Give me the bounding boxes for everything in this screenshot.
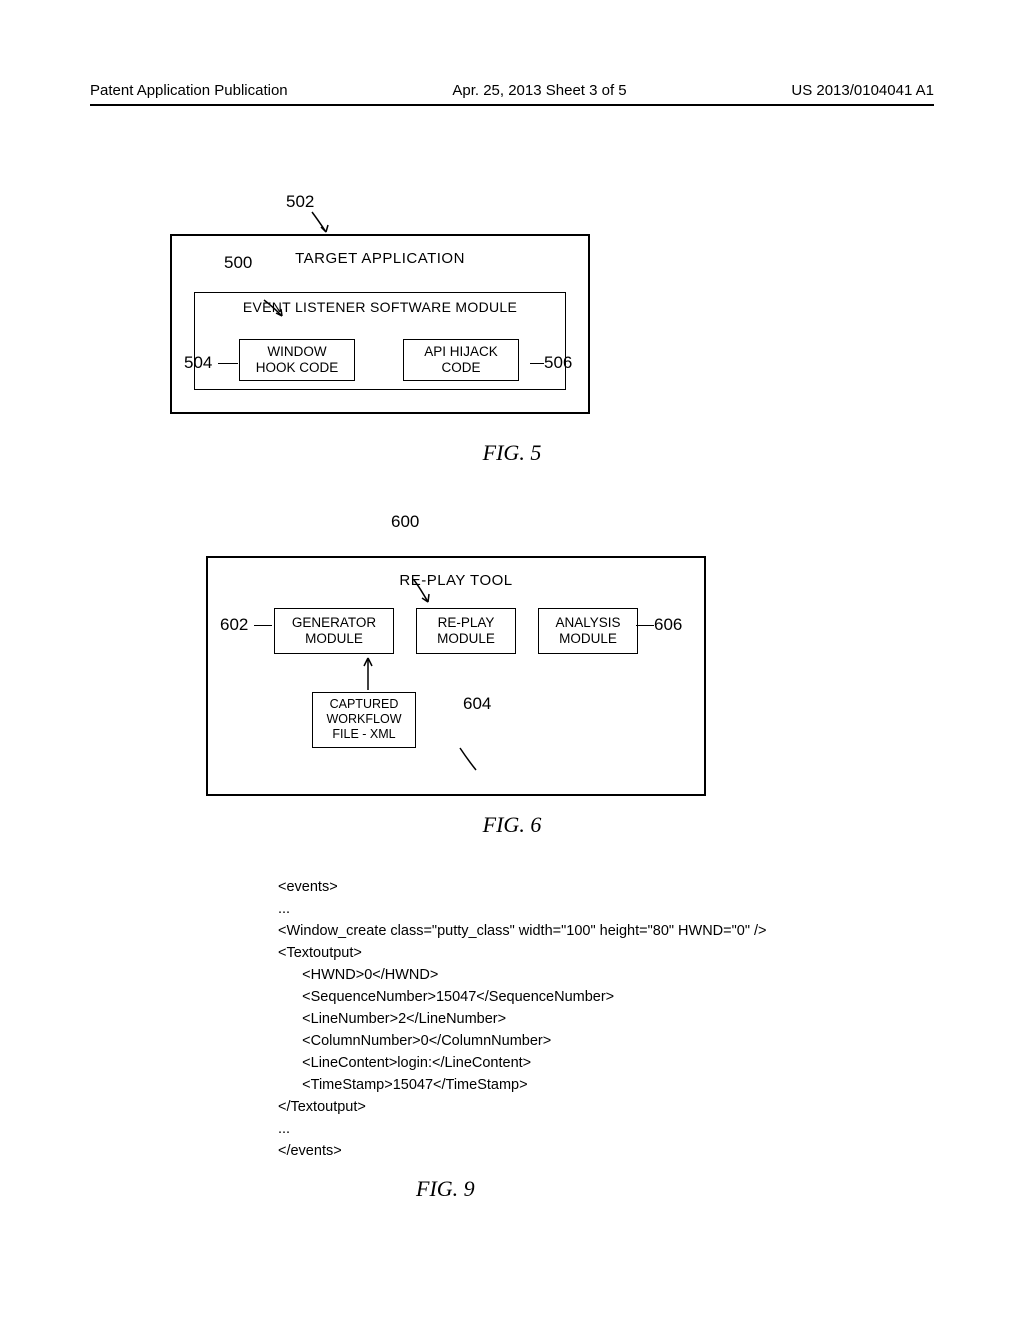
box-line1: RE-PLAY: [438, 615, 495, 630]
fig5-caption: FIG. 5: [0, 440, 1024, 466]
box-line1: WINDOW: [267, 344, 326, 359]
box-line1: API HIJACK: [424, 344, 498, 359]
page-header: Patent Application Publication Apr. 25, …: [0, 82, 1024, 105]
patent-page: Patent Application Publication Apr. 25, …: [0, 0, 1024, 1320]
fig6-generator-box: GENERATOR MODULE: [274, 608, 394, 654]
box-line3: FILE - XML: [332, 727, 395, 741]
header-publication-type: Patent Application Publication: [90, 82, 288, 99]
fig5-target-application-label: TARGET APPLICATION: [172, 250, 588, 267]
fig9-caption: FIG. 9: [416, 1176, 475, 1202]
box-line2: HOOK CODE: [256, 360, 339, 375]
box-line2: MODULE: [559, 631, 617, 646]
box-line2: MODULE: [437, 631, 495, 646]
fig9-xml-listing: <events> ... <Window_create class="putty…: [278, 876, 798, 1162]
fig5-outer-box: TARGET APPLICATION EVENT LISTENER SOFTWA…: [170, 234, 590, 414]
ref-600: 600: [391, 512, 419, 532]
fig6-replay-module-box: RE-PLAY MODULE: [416, 608, 516, 654]
header-row: Patent Application Publication Apr. 25, …: [90, 82, 934, 105]
ref-502: 502: [286, 192, 314, 212]
fig5-event-listener-label: EVENT LISTENER SOFTWARE MODULE: [195, 299, 565, 315]
header-pub-number: US 2013/0104041 A1: [791, 82, 934, 99]
fig6-outer-box: RE-PLAY TOOL GENERATOR MODULE RE-PLAY MO…: [206, 556, 706, 796]
fig6-caption: FIG. 6: [0, 812, 1024, 838]
fig6-analysis-box: ANALYSIS MODULE: [538, 608, 638, 654]
box-line2: CODE: [441, 360, 480, 375]
fig6-captured-workflow-xml-box: CAPTURED WORKFLOW FILE - XML: [312, 692, 416, 748]
box-line2: WORKFLOW: [327, 712, 402, 726]
header-sheet-info: Apr. 25, 2013 Sheet 3 of 5: [452, 82, 626, 99]
box-line1: CAPTURED: [330, 697, 399, 711]
header-rule: [90, 104, 934, 106]
lead-arrow-icon: [308, 210, 336, 236]
fig5-event-listener-box: EVENT LISTENER SOFTWARE MODULE WINDOW HO…: [194, 292, 566, 390]
fig6-replay-tool-label: RE-PLAY TOOL: [208, 572, 704, 589]
arrow-up-icon: [362, 656, 374, 692]
fig5-api-hijack-box: API HIJACK CODE: [403, 339, 519, 381]
box-line2: MODULE: [305, 631, 363, 646]
box-line1: ANALYSIS: [555, 615, 620, 630]
fig5-window-hook-box: WINDOW HOOK CODE: [239, 339, 355, 381]
box-line1: GENERATOR: [292, 615, 376, 630]
